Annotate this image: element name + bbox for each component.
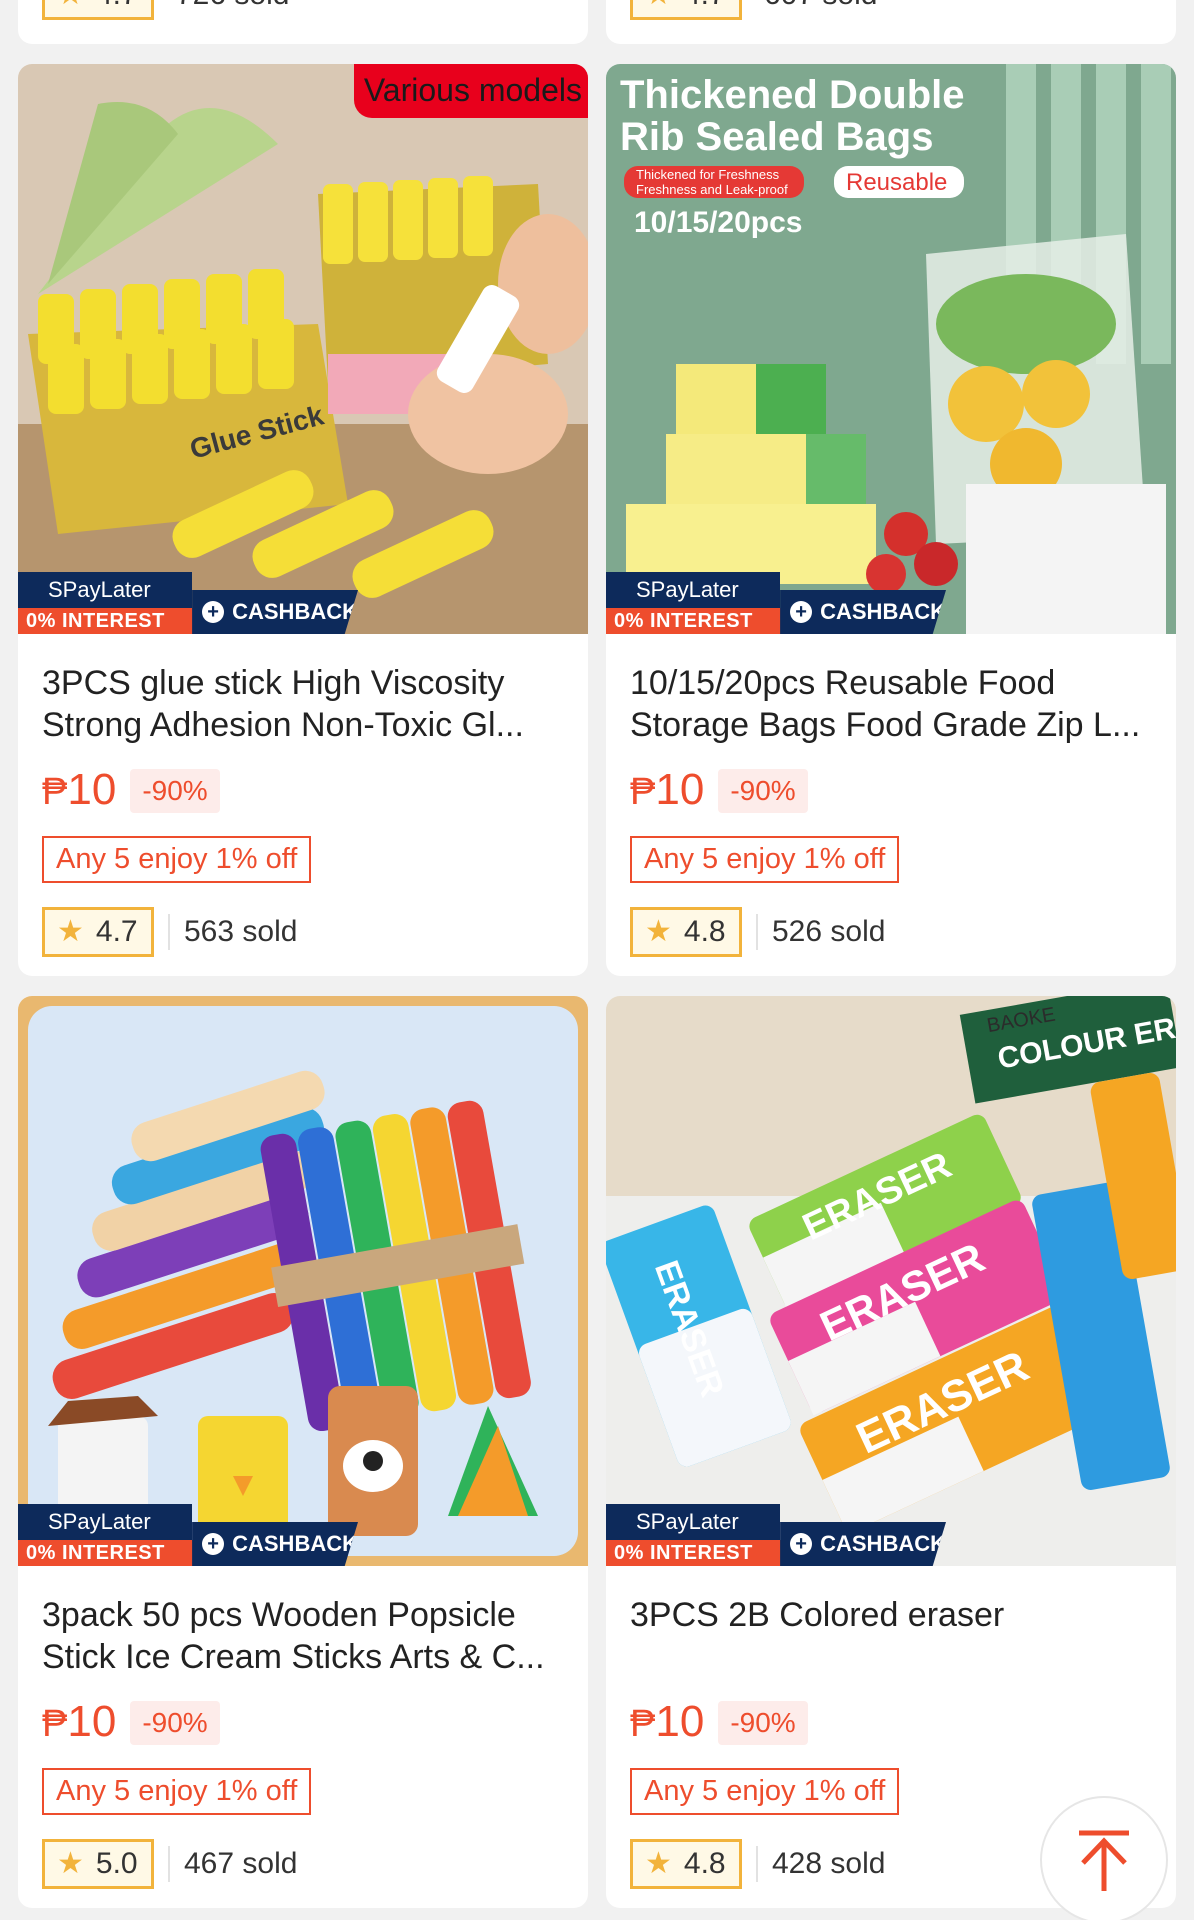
currency-symbol: ₱: [630, 1703, 656, 1745]
spaylater-banner: SPayLater 0% INTEREST + CASHBACK: [606, 572, 946, 634]
interest-label: 0% INTEREST: [18, 608, 196, 634]
rating-value: 4.8: [683, 1847, 726, 1880]
rating-badge: ★ 4.8: [630, 1839, 742, 1889]
plus-icon: +: [202, 601, 225, 623]
star-icon: ★: [57, 915, 84, 948]
sold-count: 467 sold: [184, 1847, 298, 1880]
interest-label: 0% INTEREST: [18, 1540, 196, 1566]
star-icon: ★: [57, 1847, 84, 1880]
discount-badge: -90%: [130, 769, 220, 813]
product-image[interactable]: Glue Stick Various models SPayLater 0% I…: [18, 64, 588, 634]
spaylater-label: SPayLater: [48, 577, 151, 602]
image-subtext: Freshness and Leak-proof: [636, 182, 788, 197]
rating-value: 4.7: [95, 915, 138, 948]
product-price: ₱10: [630, 1698, 704, 1748]
image-headline: Rib Sealed Bags: [620, 115, 933, 159]
product-title[interactable]: 10/15/20pcs Reusable Food Storage Bags F…: [630, 662, 1152, 746]
image-counts: 10/15/20pcs: [634, 206, 802, 239]
product-feed: ★ 4.7 726 sold ★ 4.7 607 sold: [0, 0, 1194, 1920]
product-title[interactable]: 3PCS 2B Colored eraser: [630, 1594, 1152, 1678]
rating-value: 4.7: [684, 0, 726, 12]
rating-value: 4.8: [683, 915, 726, 948]
star-icon: ★: [645, 1847, 672, 1880]
sold-count: 563 sold: [184, 915, 298, 948]
discount-badge: -90%: [130, 1701, 220, 1745]
discount-badge: -90%: [718, 769, 808, 813]
arrow-up-icon: [1079, 1830, 1129, 1891]
sold-count: 726 sold: [176, 0, 289, 12]
product-title[interactable]: 3pack 50 pcs Wooden Popsicle Stick Ice C…: [42, 1594, 564, 1678]
discount-badge: -90%: [718, 1701, 808, 1745]
price-value: 10: [67, 1697, 117, 1746]
spaylater-label: SPayLater: [636, 577, 739, 602]
rating-badge: ★ 4.8: [630, 907, 742, 957]
promo-tag: Any 5 enjoy 1% off: [42, 1768, 312, 1815]
price-value: 10: [67, 765, 117, 814]
product-price: ₱10: [630, 766, 704, 816]
product-title[interactable]: 3PCS glue stick High Viscosity Strong Ad…: [42, 662, 564, 746]
currency-symbol: ₱: [630, 771, 656, 813]
image-tag: Reusable: [846, 169, 947, 196]
rating-badge: ★ 4.7: [630, 0, 742, 20]
spaylater-label: SPayLater: [636, 1509, 739, 1534]
product-price: ₱10: [42, 1698, 116, 1748]
sold-count: 428 sold: [772, 1847, 886, 1880]
rating-badge: ★ 5.0: [42, 1839, 154, 1889]
cashback-label: CASHBACK: [820, 599, 946, 624]
product-card[interactable]: COLOUR ERA BAOKE ERASER ERASER ERASER ER…: [606, 996, 1176, 1908]
divider: [756, 1846, 758, 1882]
spaylater-banner: SPayLater 0% INTEREST + CASHBACK: [18, 1504, 358, 1566]
price-value: 10: [655, 765, 705, 814]
sold-count: 526 sold: [772, 915, 886, 948]
divider: [756, 914, 758, 950]
plus-icon: +: [790, 601, 813, 623]
image-headline: Thickened Double: [620, 73, 965, 117]
rating-value: 5.0: [95, 1847, 138, 1880]
product-image[interactable]: COLOUR ERA BAOKE ERASER ERASER ERASER ER…: [606, 996, 1176, 1566]
plus-icon: +: [202, 1533, 225, 1555]
promo-tag: Any 5 enjoy 1% off: [630, 836, 900, 883]
rating-badge: ★ 4.7: [42, 0, 154, 20]
promo-tag: Any 5 enjoy 1% off: [42, 836, 312, 883]
currency-symbol: ₱: [42, 771, 68, 813]
spaylater-banner: SPayLater 0% INTEREST + CASHBACK: [18, 572, 358, 634]
interest-label: 0% INTEREST: [606, 608, 784, 634]
rating-value: 4.7: [96, 0, 138, 12]
cashback-label: CASHBACK: [820, 1531, 946, 1556]
divider: [168, 1846, 170, 1882]
product-card[interactable]: SPayLater 0% INTEREST + CASHBACK 3pack 5…: [18, 996, 588, 1908]
product-image[interactable]: Thickened Double Rib Sealed Bags Thicken…: [606, 64, 1176, 634]
back-to-top-button[interactable]: [1040, 1796, 1168, 1920]
divider: [168, 914, 170, 950]
product-price: ₱10: [42, 766, 116, 816]
product-card-partial[interactable]: ★ 4.7 607 sold: [606, 0, 1176, 44]
image-subtext: Thickened for Freshness: [636, 167, 780, 182]
various-models-badge: Various models: [353, 64, 588, 118]
product-card-partial[interactable]: ★ 4.7 726 sold: [18, 0, 588, 44]
cashback-label: CASHBACK: [232, 599, 358, 624]
currency-symbol: ₱: [42, 1703, 68, 1745]
spaylater-label: SPayLater: [48, 1509, 151, 1534]
price-value: 10: [655, 1697, 705, 1746]
star-icon: ★: [645, 915, 672, 948]
spaylater-banner: SPayLater 0% INTEREST + CASHBACK: [606, 1504, 946, 1566]
promo-tag: Any 5 enjoy 1% off: [630, 1768, 900, 1815]
rating-badge: ★ 4.7: [42, 907, 154, 957]
product-card[interactable]: Glue Stick Various models SPayLater 0% I…: [18, 64, 588, 976]
star-icon: ★: [57, 0, 84, 10]
product-card[interactable]: Thickened Double Rib Sealed Bags Thicken…: [606, 64, 1176, 976]
sold-count: 607 sold: [764, 0, 877, 12]
star-icon: ★: [645, 0, 672, 10]
interest-label: 0% INTEREST: [606, 1540, 784, 1566]
cashback-label: CASHBACK: [232, 1531, 358, 1556]
product-image[interactable]: SPayLater 0% INTEREST + CASHBACK: [18, 996, 588, 1566]
plus-icon: +: [790, 1533, 813, 1555]
